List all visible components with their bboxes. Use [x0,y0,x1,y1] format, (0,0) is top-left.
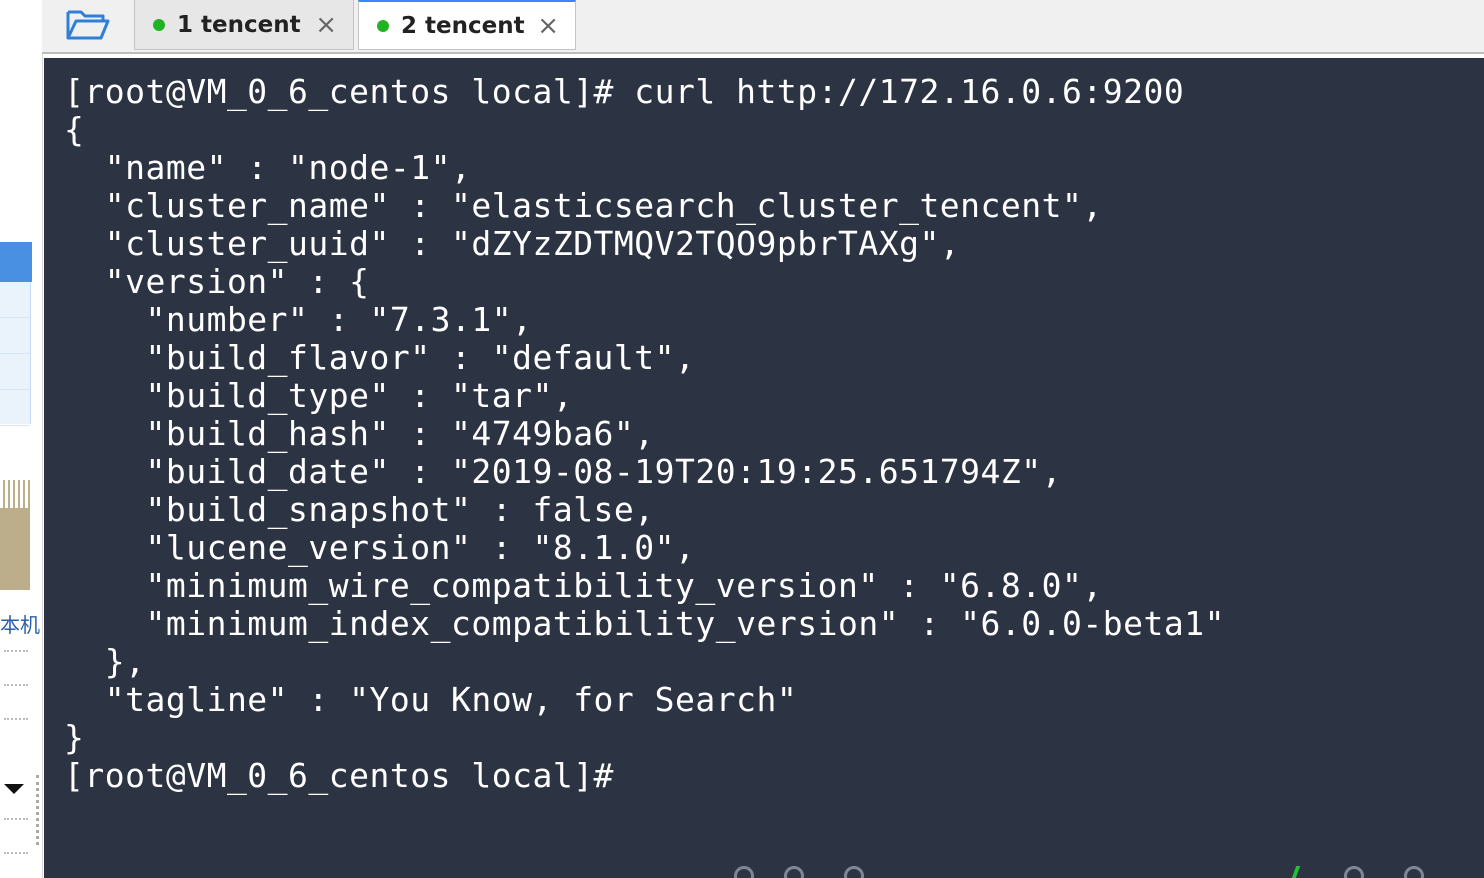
list-row [0,354,30,390]
divider [4,650,28,652]
status-icon [1344,866,1364,878]
status-icon [784,866,804,878]
list-row [0,282,30,318]
terminal-line: "minimum_wire_compatibility_version" : "… [64,566,1103,605]
list-row [0,318,30,354]
terminal-line: "number" : "7.3.1", [64,300,533,339]
list-row [0,390,30,426]
close-icon[interactable]: × [315,12,337,38]
background-window-edge: 本机 [0,0,43,878]
status-icon [1404,866,1424,878]
list-rows [0,282,31,426]
divider [4,852,28,854]
tab-session-2[interactable]: 2 tencent × [358,0,576,50]
status-icons-overflow [724,866,1484,878]
terminal-line: "name" : "node-1", [64,148,472,187]
tab-session-1[interactable]: 1 tencent × [134,0,354,50]
session-tab-bar: 1 tencent × 2 tencent × [42,0,1484,54]
terminal-line: "cluster_uuid" : "dZYzZDTMQV2TQO9pbrTAXg… [64,224,961,263]
divider [4,684,28,686]
terminal-pane[interactable]: [root@VM_0_6_centos local]# curl http://… [44,58,1484,878]
terminal-line: "minimum_index_compatibility_version" : … [64,604,1225,643]
terminal-line: "build_snapshot" : false, [64,490,655,529]
open-folder-button[interactable] [50,4,126,46]
terminal-line: "version" : { [64,262,370,301]
tab-label: 2 tencent [401,12,525,39]
terminal-line: "cluster_name" : "elasticsearch_cluster_… [64,186,1103,225]
terminal-line: "build_type" : "tar", [64,376,574,415]
terminal-line: } [64,718,85,757]
terminal-line: { [64,110,85,149]
tab-label: 1 tencent [177,11,301,38]
folder-open-icon [66,10,110,40]
usage-graph [0,480,30,590]
dropdown-caret-icon[interactable] [4,784,24,794]
selected-row-highlight [0,242,32,282]
terminal-line: "lucene_version" : "8.1.0", [64,528,696,567]
close-icon[interactable]: × [537,13,559,39]
status-indicator-icon [1291,866,1301,878]
resize-handle[interactable] [36,775,39,845]
terminal-output: [root@VM_0_6_centos local]# curl http://… [64,73,1225,795]
status-icon [844,866,864,878]
terminal-line: [root@VM_0_6_centos local]# curl http://… [64,72,1185,111]
divider [4,818,28,820]
terminal-line: "build_date" : "2019-08-19T20:19:25.6517… [64,452,1063,491]
connected-status-icon [153,18,165,31]
divider [4,718,28,720]
host-label: 本机 [0,613,40,637]
status-icon [734,866,754,878]
terminal-line: "tagline" : "You Know, for Search" [64,680,798,719]
terminal-line: }, [64,642,146,681]
connected-status-icon [377,19,389,32]
terminal-line: "build_flavor" : "default", [64,338,696,377]
terminal-line: "build_hash" : "4749ba6", [64,414,655,453]
terminal-prompt: [root@VM_0_6_centos local]# [64,756,614,795]
